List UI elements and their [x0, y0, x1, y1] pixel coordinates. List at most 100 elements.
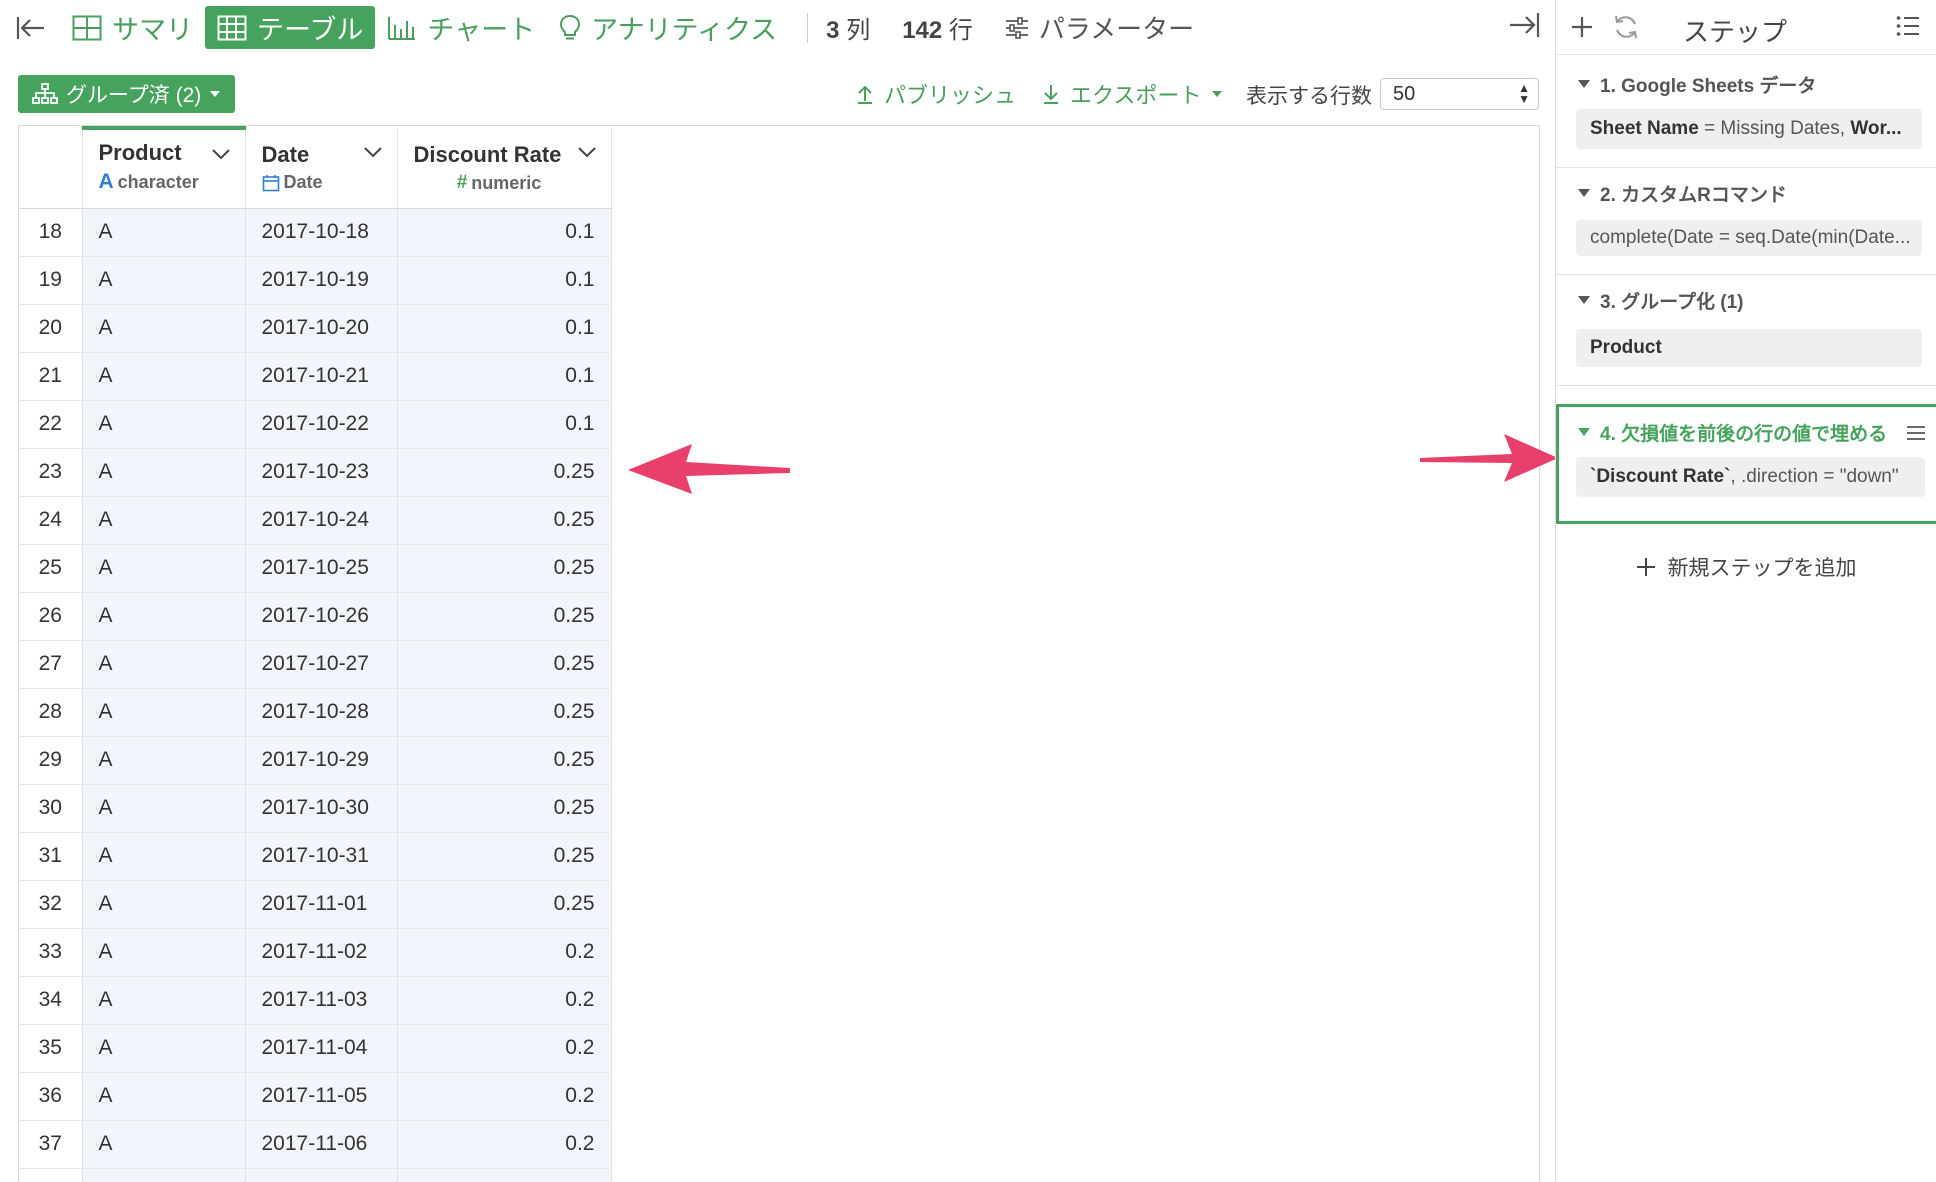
cell-discount-rate[interactable]: 0.2 [397, 976, 612, 1025]
cell-discount-rate[interactable]: 0.2 [397, 1024, 612, 1073]
step-body[interactable]: Product [1576, 329, 1922, 367]
step-google-sheets[interactable]: 1. Google Sheets データ Sheet Name = Missin… [1556, 55, 1936, 168]
table-row: 25 A 2017-10-25 0.25 [19, 544, 612, 593]
tab-table[interactable]: テーブル [205, 6, 376, 49]
cell-discount-rate[interactable]: 0.1 [397, 400, 612, 449]
cell-product[interactable]: A [82, 256, 246, 305]
cell-discount-rate[interactable]: 0.1 [397, 304, 612, 353]
cell-discount-rate[interactable]: 0.25 [397, 880, 612, 929]
cell-date[interactable]: 2017-11-03 [245, 976, 398, 1025]
step-body[interactable]: Sheet Name = Missing Dates, Wor... [1576, 109, 1922, 149]
publish-button[interactable]: パブリッシュ [856, 78, 1016, 110]
cell-product[interactable]: A [82, 880, 246, 929]
cell-discount-rate[interactable]: 0.25 [397, 736, 612, 785]
cell-date[interactable]: 2017-10-29 [245, 736, 398, 785]
chevron-down-icon[interactable] [363, 146, 383, 158]
cell-product[interactable]: A [82, 400, 246, 449]
caret-down-icon[interactable] [1578, 80, 1590, 88]
cell-date[interactable]: 2017-10-26 [245, 592, 398, 641]
cell-date[interactable]: 2017-11-02 [245, 928, 398, 977]
cell-product[interactable]: A [82, 544, 246, 593]
refresh-icon[interactable] [1612, 13, 1640, 41]
column-header-discount-rate[interactable]: Discount Rate # numeric [397, 128, 612, 209]
cell-discount-rate[interactable]: 0.1 [397, 256, 612, 305]
cell-date[interactable]: 2017-10-21 [245, 352, 398, 401]
cell-product[interactable]: A [82, 208, 246, 257]
tab-analytics[interactable]: アナリティクス [547, 6, 789, 49]
cell-product[interactable]: A [82, 640, 246, 689]
chevron-down-icon[interactable] [577, 146, 597, 158]
cell-discount-rate[interactable]: 0.1 [397, 208, 612, 257]
collapse-left-button[interactable] [0, 6, 60, 49]
caret-down-icon[interactable] [1578, 428, 1590, 436]
step-body[interactable]: `Discount Rate`, .direction = "down" [1576, 457, 1925, 497]
cell-date[interactable]: 2017-11-05 [245, 1072, 398, 1121]
rows-per-page-select[interactable]: 50 ▲ ▼ [1380, 78, 1539, 110]
add-step-button[interactable]: 新規ステップを追加 [1556, 552, 1936, 582]
cell-discount-rate[interactable]: 0.25 [397, 496, 612, 545]
cell-product[interactable]: A [82, 688, 246, 737]
tab-summary[interactable]: サマリ [60, 6, 205, 49]
cell-date[interactable]: 2017-10-20 [245, 304, 398, 353]
tab-chart[interactable]: チャート [375, 6, 547, 49]
cell-product[interactable]: A [82, 592, 246, 641]
cell-product[interactable]: A [82, 832, 246, 881]
cell-date[interactable]: 2017-10-27 [245, 640, 398, 689]
cell-discount-rate[interactable]: 0.25 [397, 544, 612, 593]
cell-product[interactable]: A [82, 784, 246, 833]
plus-icon[interactable] [1570, 15, 1594, 39]
cell-date[interactable]: 2017-10-23 [245, 448, 398, 497]
caret-down-icon[interactable] [1578, 189, 1590, 197]
column-header-date[interactable]: Date Date [245, 128, 398, 209]
cell-discount-rate[interactable]: 0.2 [397, 1072, 612, 1121]
cell-product[interactable]: A [82, 352, 246, 401]
cell-discount-rate[interactable]: 0.25 [397, 784, 612, 833]
cell-date[interactable]: 2017-10-31 [245, 832, 398, 881]
cell-product[interactable]: A [82, 1024, 246, 1073]
cell-date[interactable]: 2017-10-18 [245, 208, 398, 257]
cell-discount-rate[interactable]: 0.1 [397, 352, 612, 401]
step-group-by[interactable]: 3. グループ化 (1) Product [1556, 275, 1936, 386]
cell-discount-rate[interactable]: 0.25 [397, 592, 612, 641]
cell-discount-rate[interactable]: 0.2 [397, 1120, 612, 1169]
cell-discount-rate[interactable]: 0.25 [397, 688, 612, 737]
cell-product[interactable]: A [82, 928, 246, 977]
step-fill-missing[interactable]: 4. 欠損値を前後の行の値で埋める `Discount Rate`, .dire… [1556, 404, 1936, 524]
step-custom-r-command[interactable]: 2. カスタムRコマンド complete(Date = seq.Date(mi… [1556, 168, 1936, 275]
cell-discount-rate[interactable]: 0.2 [397, 1168, 612, 1182]
caret-down-icon[interactable] [1578, 296, 1590, 304]
cell-date[interactable]: 2017-10-25 [245, 544, 398, 593]
cell-discount-rate[interactable]: 0.2 [397, 928, 612, 977]
cell-product[interactable]: A [82, 1168, 246, 1182]
cell-product[interactable]: A [82, 1120, 246, 1169]
group-by-button[interactable]: グループ済 (2) [18, 75, 236, 113]
export-button[interactable]: エクスポート [1042, 78, 1223, 110]
cell-discount-rate[interactable]: 0.25 [397, 640, 612, 689]
cell-date[interactable]: 2017-10-30 [245, 784, 398, 833]
parameters-button[interactable]: パラメーター [1005, 9, 1194, 46]
cell-product[interactable]: A [82, 496, 246, 545]
cell-date[interactable]: 2017-11-04 [245, 1024, 398, 1073]
step-body[interactable]: complete(Date = seq.Date(min(Date... [1576, 220, 1922, 256]
hamburger-menu-icon[interactable] [1906, 425, 1926, 441]
cell-date[interactable]: 2017-10-24 [245, 496, 398, 545]
column-header-product[interactable]: Product A character [82, 126, 246, 209]
cell-date[interactable]: 2017-10-19 [245, 256, 398, 305]
cell-date[interactable]: 2017-10-28 [245, 688, 398, 737]
cell-date[interactable]: 2017-10-22 [245, 400, 398, 449]
list-menu-icon[interactable] [1896, 15, 1920, 37]
cell-product[interactable]: A [82, 976, 246, 1025]
cell-date[interactable]: 2017-11-06 [245, 1120, 398, 1169]
expand-right-button[interactable] [1508, 10, 1542, 44]
cell-product[interactable]: A [82, 448, 246, 497]
cell-product[interactable]: A [82, 736, 246, 785]
cell-discount-rate[interactable]: 0.25 [397, 832, 612, 881]
cell-date[interactable]: 2017-11-01 [245, 880, 398, 929]
cell-discount-rate[interactable]: 0.25 [397, 448, 612, 497]
cell-product[interactable]: A [82, 304, 246, 353]
cell-product[interactable]: A [82, 1072, 246, 1121]
column-count: 3 列 [826, 10, 870, 45]
chevron-down-icon[interactable] [211, 148, 231, 160]
row-number: 22 [19, 400, 83, 449]
cell-date[interactable]: 2017-11-07 [245, 1168, 398, 1182]
